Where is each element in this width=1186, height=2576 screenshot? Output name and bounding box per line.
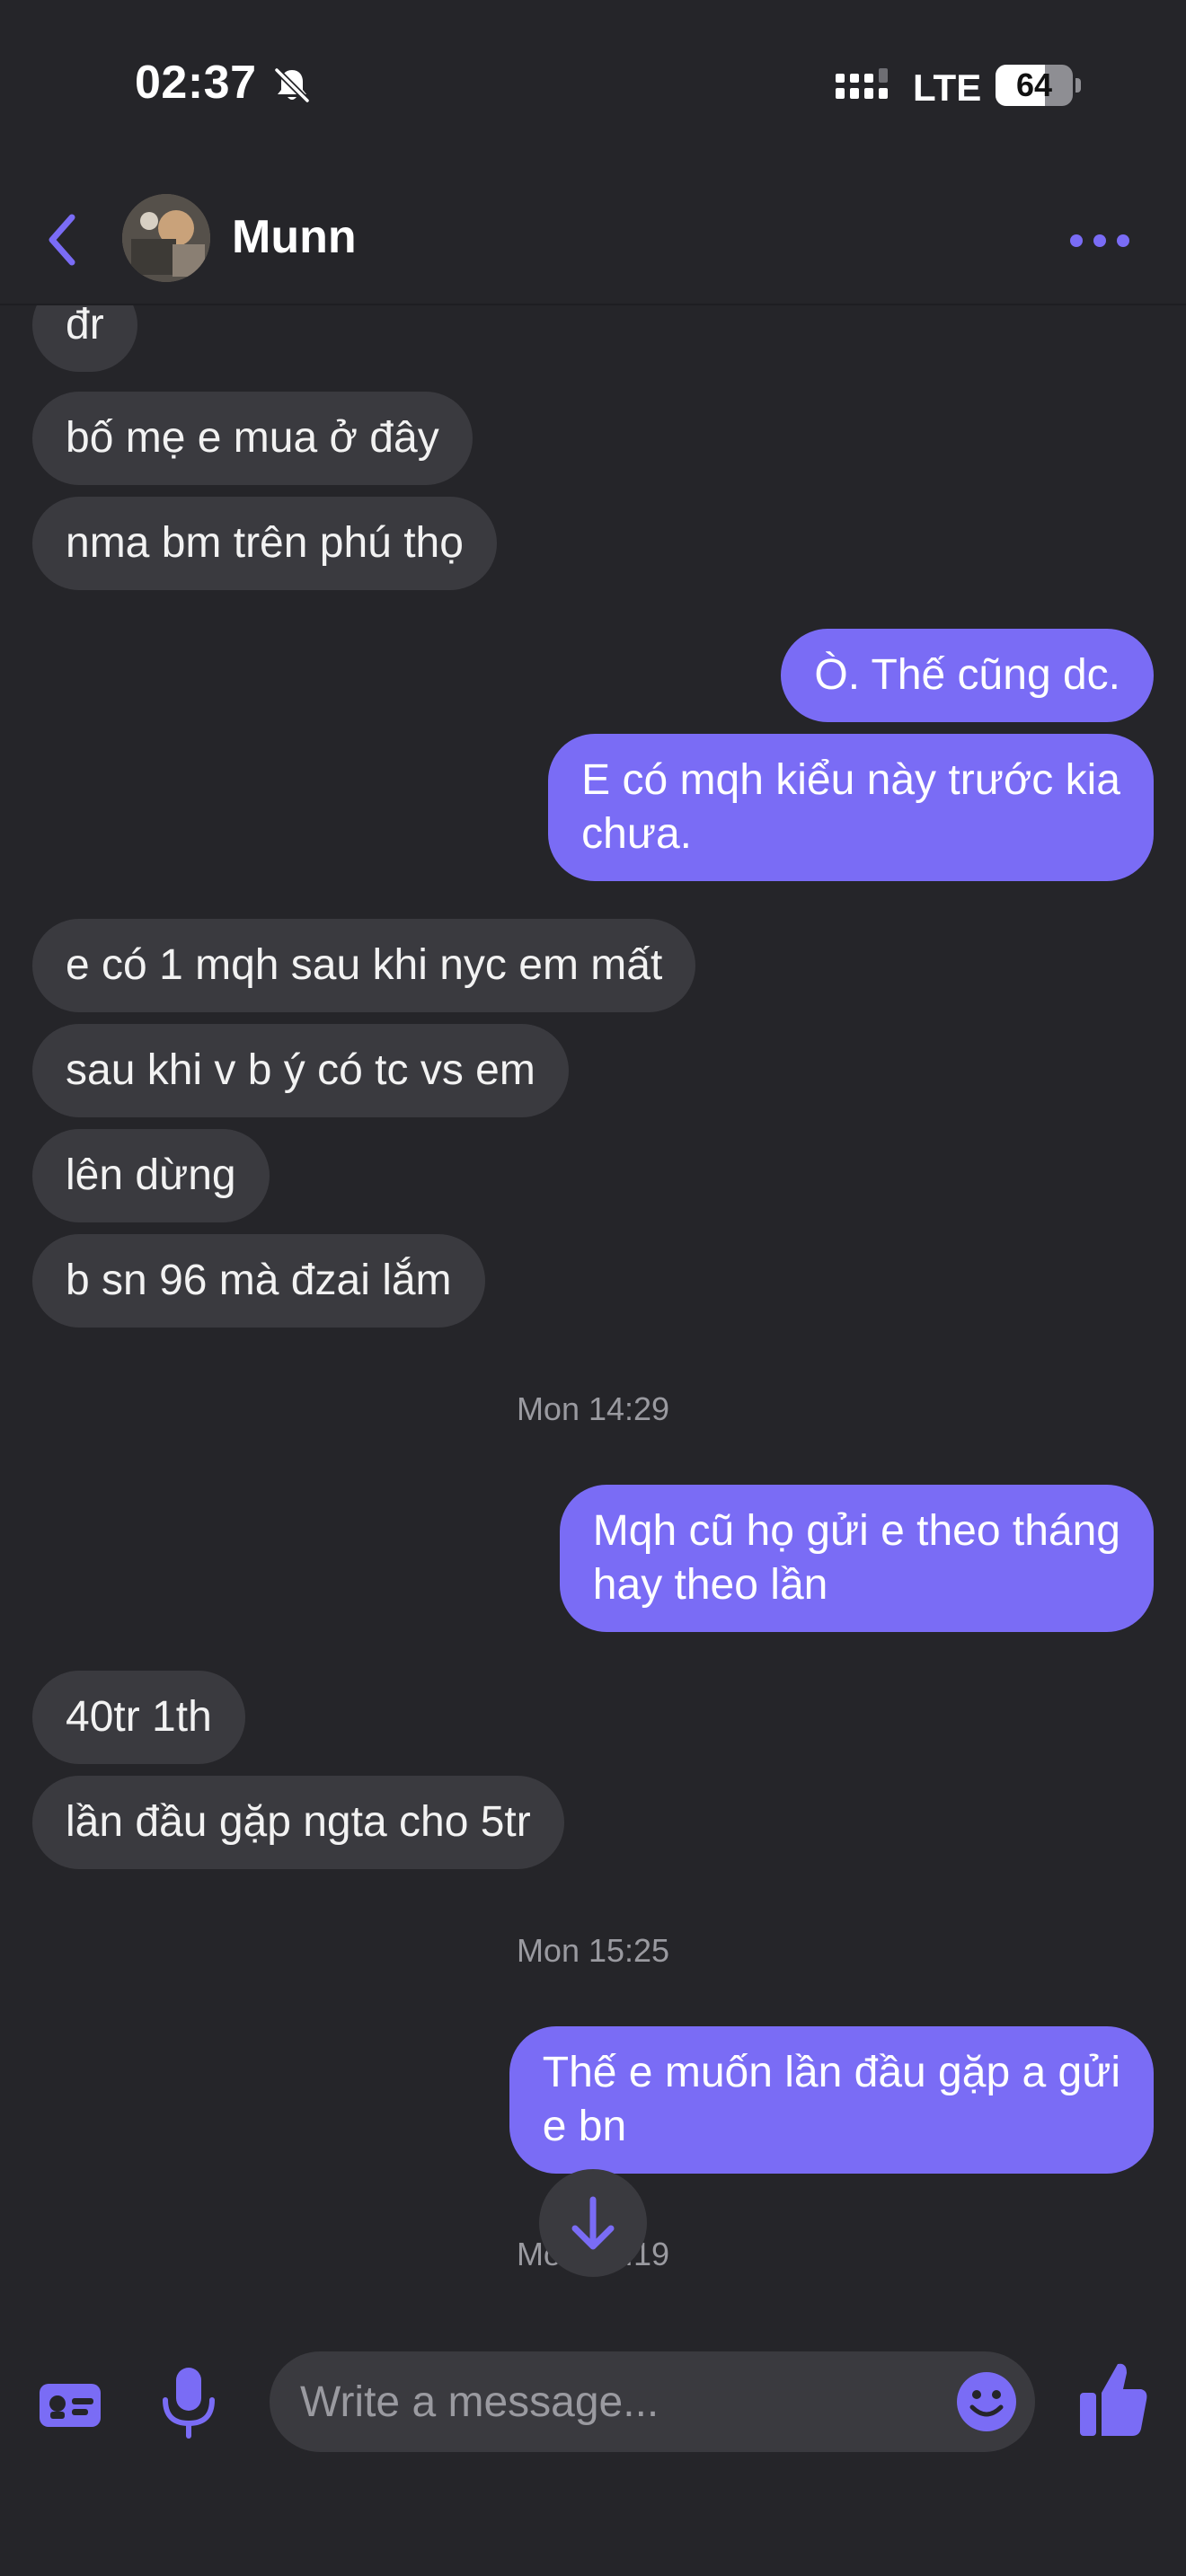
back-chevron-icon[interactable] [36, 208, 93, 271]
message-input-container[interactable] [270, 2351, 1035, 2452]
signal-icon [836, 68, 888, 99]
message-outgoing[interactable]: Mqh cũ họ gửi e theo tháng hay theo lần [559, 1485, 1154, 1632]
battery-icon: 64 [996, 65, 1081, 106]
arrow-down-icon [571, 2196, 615, 2250]
more-dots-icon[interactable] [1064, 216, 1136, 266]
message-incoming[interactable]: lên dừng [32, 1129, 270, 1222]
message-incoming[interactable]: đr [32, 305, 137, 372]
message-incoming[interactable]: b sn 96 mà đzai lắm [32, 1234, 485, 1328]
message-incoming[interactable]: e có 1 mqh sau khi nyc em mất [32, 919, 696, 1012]
timestamp: Mon 15:25 [516, 1932, 670, 1969]
message-input[interactable] [300, 2351, 911, 2452]
message-incoming[interactable]: nma bm trên phú thọ [32, 497, 497, 590]
message-outgoing[interactable]: E có mqh kiểu này trước kia chưa. [548, 734, 1154, 881]
chat-header: Munn [0, 171, 1186, 305]
avatar[interactable] [122, 194, 210, 282]
thumbs-up-icon[interactable] [1078, 2359, 1148, 2439]
composer [0, 2308, 1186, 2576]
contact-name[interactable]: Munn [232, 210, 357, 264]
message-incoming[interactable]: 40tr 1th [32, 1671, 245, 1764]
smiley-icon[interactable] [954, 2369, 1019, 2434]
scroll-to-bottom-button[interactable] [539, 2169, 647, 2277]
status-time: 02:37 [135, 57, 257, 109]
message-incoming[interactable]: bố mẹ e mua ở đây [32, 392, 473, 485]
message-outgoing[interactable]: Ò. Thế cũng dc. [781, 629, 1154, 722]
status-bar: 02:37 LTE 64 [0, 0, 1186, 171]
message-list[interactable]: đr bố mẹ e mua ở đây nma bm trên phú thọ… [0, 305, 1186, 2308]
bell-slash-icon [274, 67, 310, 103]
message-incoming[interactable]: lần đầu gặp ngta cho 5tr [32, 1776, 564, 1869]
message-outgoing[interactable]: Thế e muốn lần đầu gặp a gửi e bn [509, 2026, 1154, 2174]
contact-card-icon[interactable] [36, 2371, 104, 2439]
network-label: LTE [913, 66, 982, 109]
microphone-icon[interactable] [153, 2364, 225, 2441]
battery-level: 64 [1015, 66, 1053, 103]
message-incoming[interactable]: sau khi v b ý có tc vs em [32, 1024, 569, 1117]
timestamp: Mon 14:29 [516, 1390, 670, 1427]
